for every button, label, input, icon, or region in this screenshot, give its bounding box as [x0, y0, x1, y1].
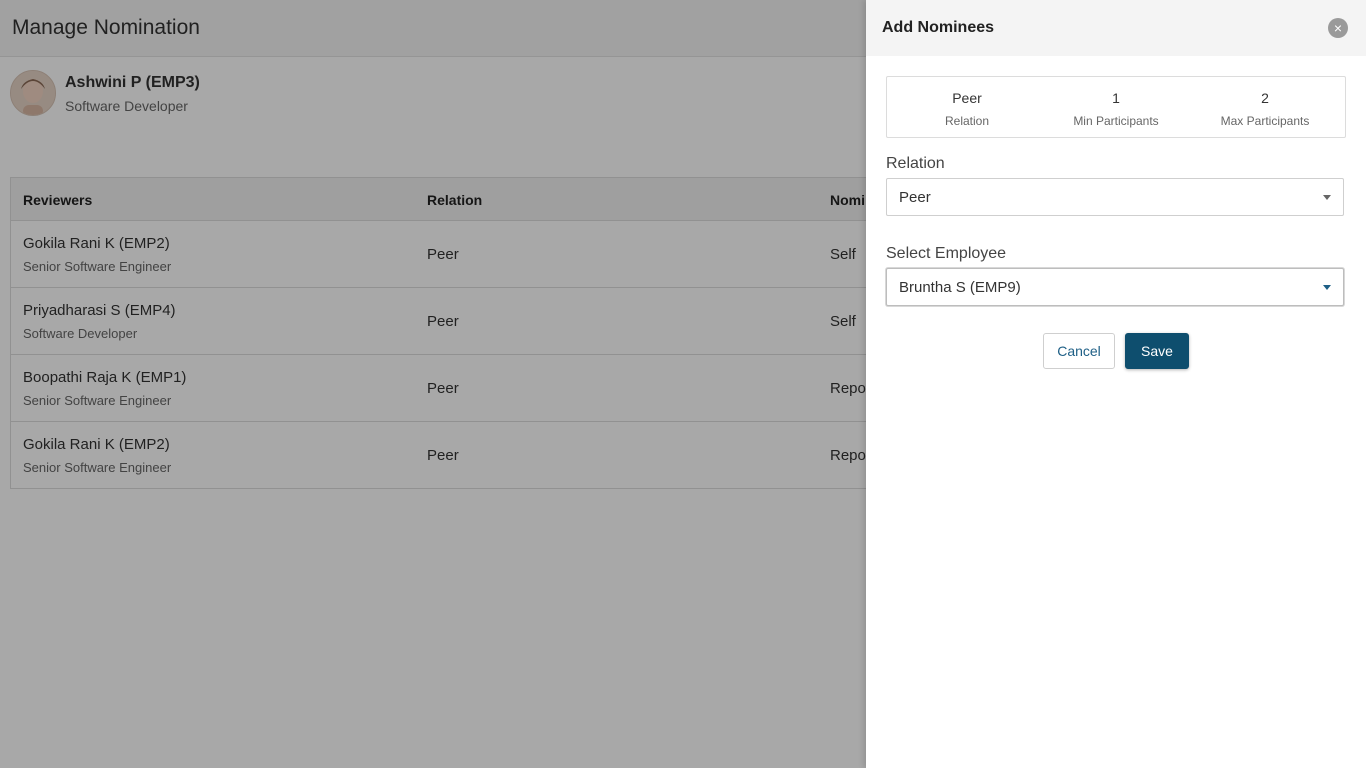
add-nominees-drawer: Add Nominees × Peer Relation 1 Min Parti…: [866, 0, 1366, 768]
summary-min-label: Min Participants: [1073, 114, 1159, 128]
relation-select[interactable]: Peer: [886, 178, 1344, 216]
employee-select[interactable]: Bruntha S (EMP9): [886, 268, 1344, 306]
chevron-down-icon: [1323, 195, 1331, 200]
save-button[interactable]: Save: [1125, 333, 1189, 369]
chevron-down-icon: [1323, 285, 1331, 290]
summary-max-value: 2: [1261, 90, 1269, 106]
close-icon[interactable]: ×: [1328, 18, 1348, 38]
nomination-summary: Peer Relation 1 Min Participants 2 Max P…: [886, 76, 1346, 138]
relation-label: Relation: [886, 155, 945, 172]
summary-min-value: 1: [1112, 90, 1120, 106]
cancel-button[interactable]: Cancel: [1043, 333, 1115, 369]
summary-min-participants: 1 Min Participants: [1041, 77, 1191, 137]
drawer-title: Add Nominees: [882, 19, 995, 36]
select-employee-label: Select Employee: [886, 245, 1007, 262]
summary-relation-value: Peer: [952, 90, 982, 106]
summary-max-participants: 2 Max Participants: [1190, 77, 1340, 137]
summary-relation: Peer Relation: [892, 77, 1042, 137]
drawer-header: Add Nominees ×: [866, 0, 1366, 56]
summary-relation-label: Relation: [944, 114, 990, 128]
summary-max-label: Max Participants: [1220, 114, 1310, 128]
relation-select-value: Peer: [899, 189, 931, 206]
employee-select-value: Bruntha S (EMP9): [899, 279, 1021, 296]
